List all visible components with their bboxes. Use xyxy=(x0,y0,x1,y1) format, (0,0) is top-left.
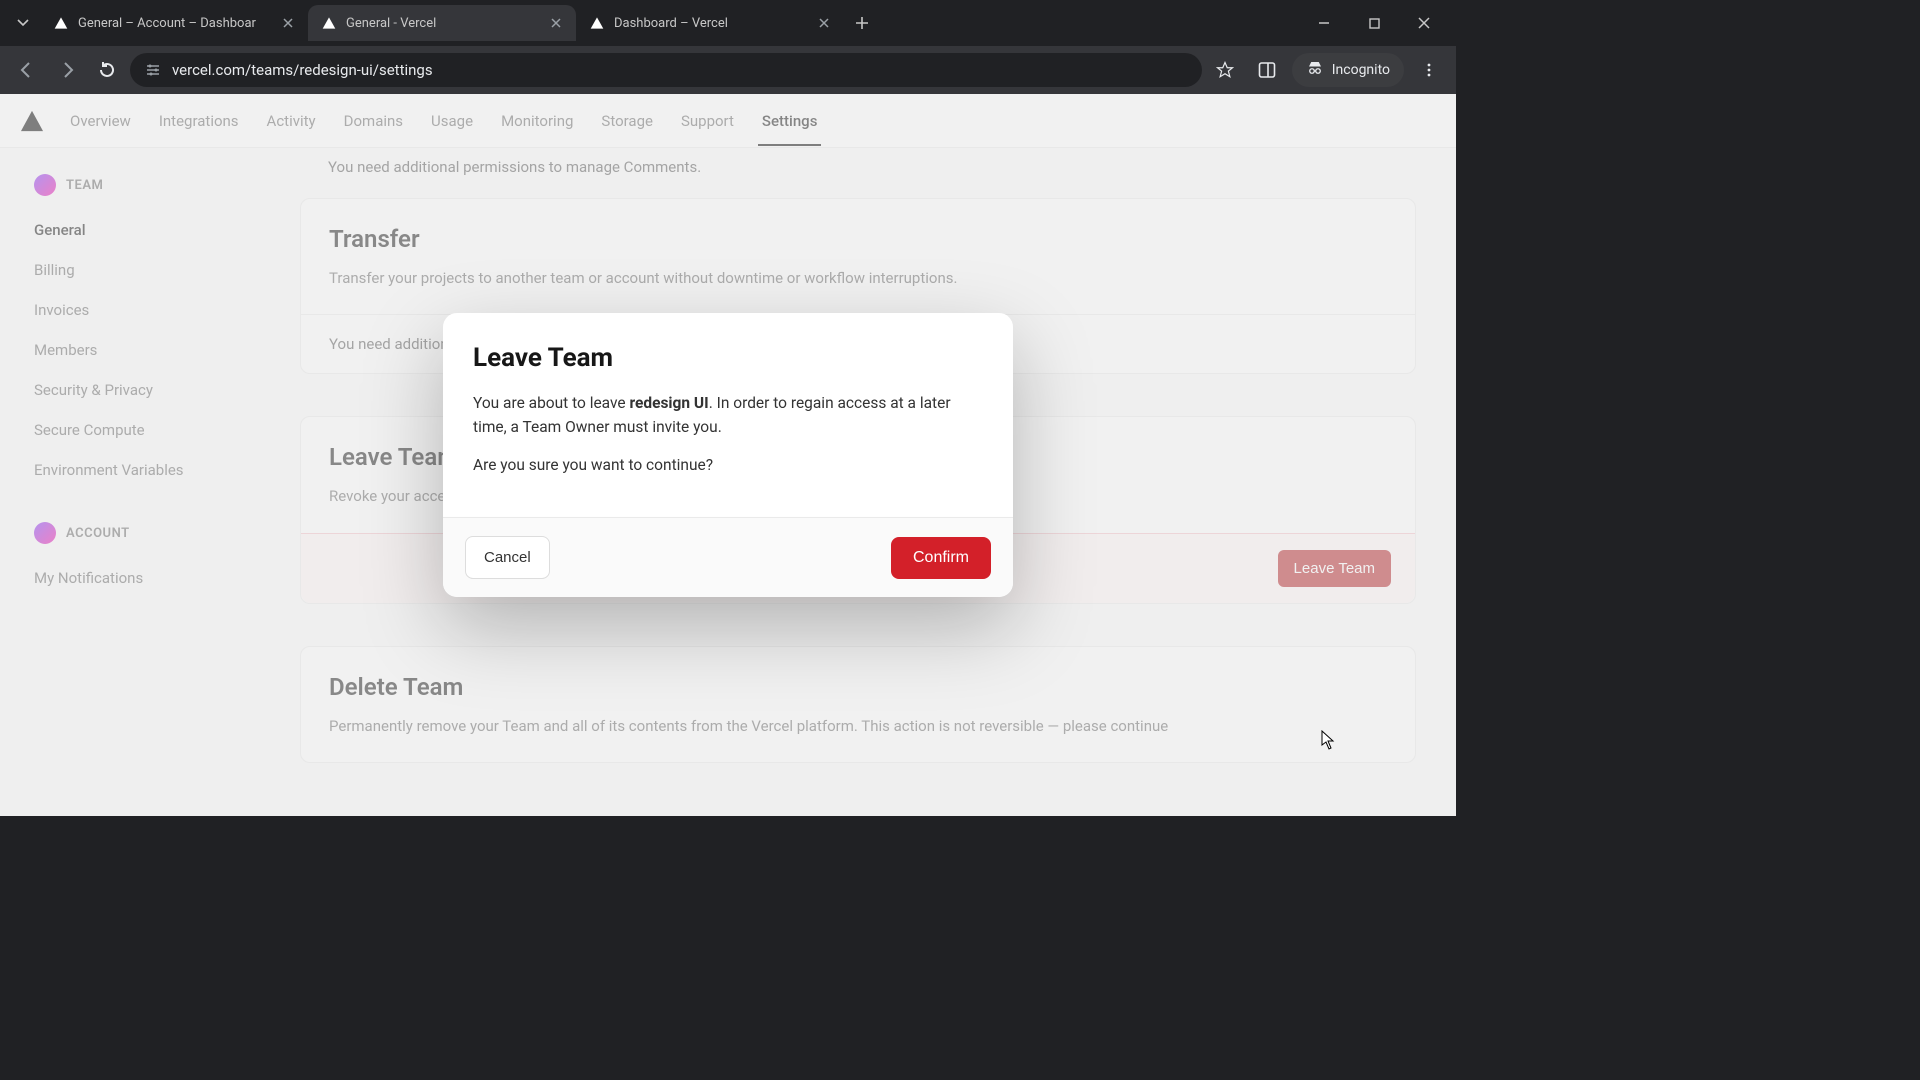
site-settings-icon[interactable] xyxy=(144,61,162,79)
browser-tab[interactable]: General - Vercel xyxy=(308,5,576,41)
window-minimize-button[interactable] xyxy=(1310,9,1338,37)
tab-title: Dashboard – Vercel xyxy=(614,16,808,31)
window-close-button[interactable] xyxy=(1410,9,1438,37)
modal-paragraph-2: Are you sure you want to continue? xyxy=(473,453,983,477)
back-button[interactable] xyxy=(10,53,44,87)
browser-tab[interactable]: General – Account – Dashboar xyxy=(40,5,308,41)
vercel-favicon-icon xyxy=(320,14,338,32)
address-bar[interactable]: vercel.com/teams/redesign-ui/settings xyxy=(130,53,1202,87)
reload-button[interactable] xyxy=(90,53,124,87)
tab-title: General – Account – Dashboar xyxy=(78,16,272,31)
tab-title: General - Vercel xyxy=(346,16,540,31)
tab-search-dropdown[interactable] xyxy=(6,6,40,40)
window-maximize-button[interactable] xyxy=(1360,9,1388,37)
bookmark-star-icon[interactable] xyxy=(1208,53,1242,87)
side-panel-icon[interactable] xyxy=(1250,53,1284,87)
leave-team-modal: Leave Team You are about to leave redesi… xyxy=(443,313,1013,597)
confirm-button[interactable]: Confirm xyxy=(891,537,991,579)
new-tab-button[interactable] xyxy=(848,9,876,37)
incognito-label: Incognito xyxy=(1332,62,1390,78)
cancel-button[interactable]: Cancel xyxy=(465,536,550,579)
close-icon[interactable] xyxy=(280,15,296,31)
incognito-icon xyxy=(1306,59,1324,81)
browser-menu-button[interactable] xyxy=(1412,53,1446,87)
close-icon[interactable] xyxy=(816,15,832,31)
vercel-favicon-icon xyxy=(52,14,70,32)
browser-tab-strip: General – Account – Dashboar General - V… xyxy=(0,0,1456,46)
modal-paragraph-1: You are about to leave redesign UI. In o… xyxy=(473,391,983,439)
vercel-favicon-icon xyxy=(588,14,606,32)
browser-tab[interactable]: Dashboard – Vercel xyxy=(576,5,844,41)
forward-button[interactable] xyxy=(50,53,84,87)
close-icon[interactable] xyxy=(548,15,564,31)
incognito-indicator[interactable]: Incognito xyxy=(1292,53,1404,87)
modal-title: Leave Team xyxy=(473,343,983,373)
browser-toolbar: vercel.com/teams/redesign-ui/settings In… xyxy=(0,46,1456,94)
url-text: vercel.com/teams/redesign-ui/settings xyxy=(172,61,433,79)
